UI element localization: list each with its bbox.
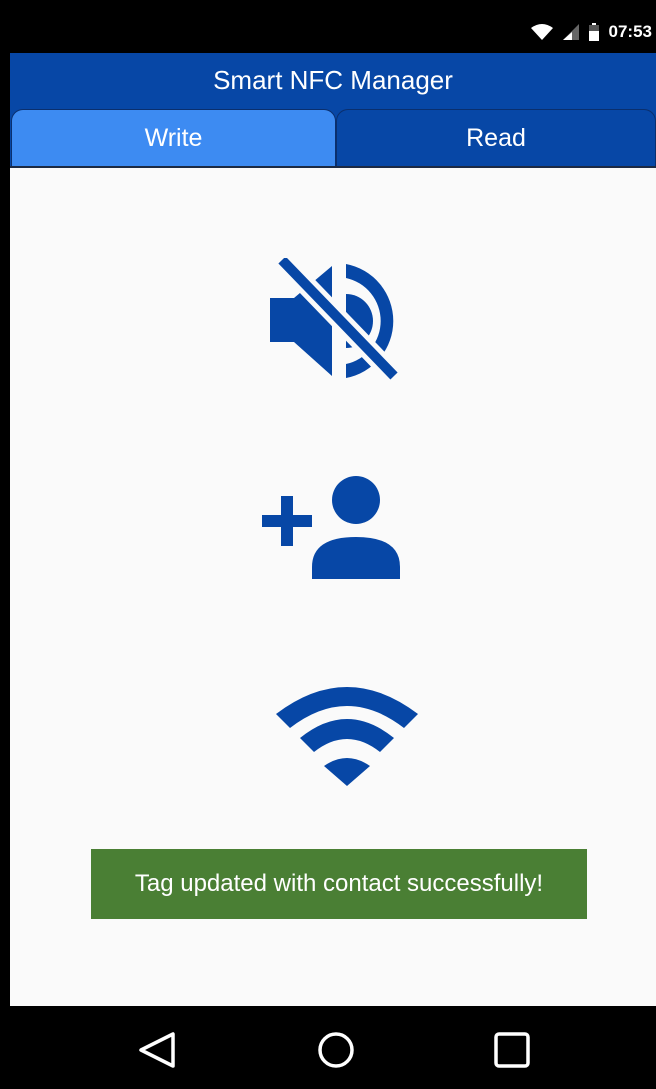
home-button[interactable] bbox=[314, 1028, 358, 1072]
mute-icon bbox=[270, 253, 402, 383]
home-icon bbox=[318, 1032, 354, 1068]
write-content: Tag updated with contact successfully! bbox=[10, 168, 656, 1006]
app-title: Smart NFC Manager bbox=[213, 64, 453, 95]
back-icon bbox=[139, 1032, 175, 1068]
add-contact-icon bbox=[262, 476, 400, 579]
status-icons: 07:53 bbox=[530, 20, 652, 44]
status-time: 07:53 bbox=[608, 22, 652, 41]
toast-message: Tag updated with contact successfully! bbox=[134, 870, 544, 897]
tab-read[interactable]: Read bbox=[336, 109, 656, 167]
wifi-status-icon bbox=[530, 24, 553, 40]
device-frame: 07:53 Smart NFC Manager Write Read Tag u… bbox=[0, 0, 656, 1089]
recent-apps-button[interactable] bbox=[490, 1028, 534, 1072]
tab-write[interactable]: Write bbox=[11, 109, 336, 167]
recent-apps-icon bbox=[494, 1032, 530, 1068]
tab-read-label: Read bbox=[466, 124, 526, 152]
screen: 07:53 Smart NFC Manager Write Read Tag u… bbox=[10, 0, 656, 1089]
success-toast: Tag updated with contact successfully! bbox=[91, 849, 587, 919]
app-title-bar: Smart NFC Manager bbox=[10, 53, 656, 107]
battery-icon bbox=[588, 23, 599, 41]
tab-row: Write Read bbox=[10, 107, 656, 168]
back-button[interactable] bbox=[135, 1028, 179, 1072]
mute-button[interactable] bbox=[268, 253, 402, 384]
add-contact-button[interactable] bbox=[260, 473, 408, 581]
tab-write-label: Write bbox=[144, 124, 203, 152]
navigation-bar bbox=[10, 1006, 656, 1089]
status-bar: 07:53 bbox=[10, 0, 656, 53]
wifi-icon bbox=[276, 687, 418, 786]
signal-icon bbox=[562, 24, 579, 40]
wifi-button[interactable] bbox=[274, 680, 420, 788]
